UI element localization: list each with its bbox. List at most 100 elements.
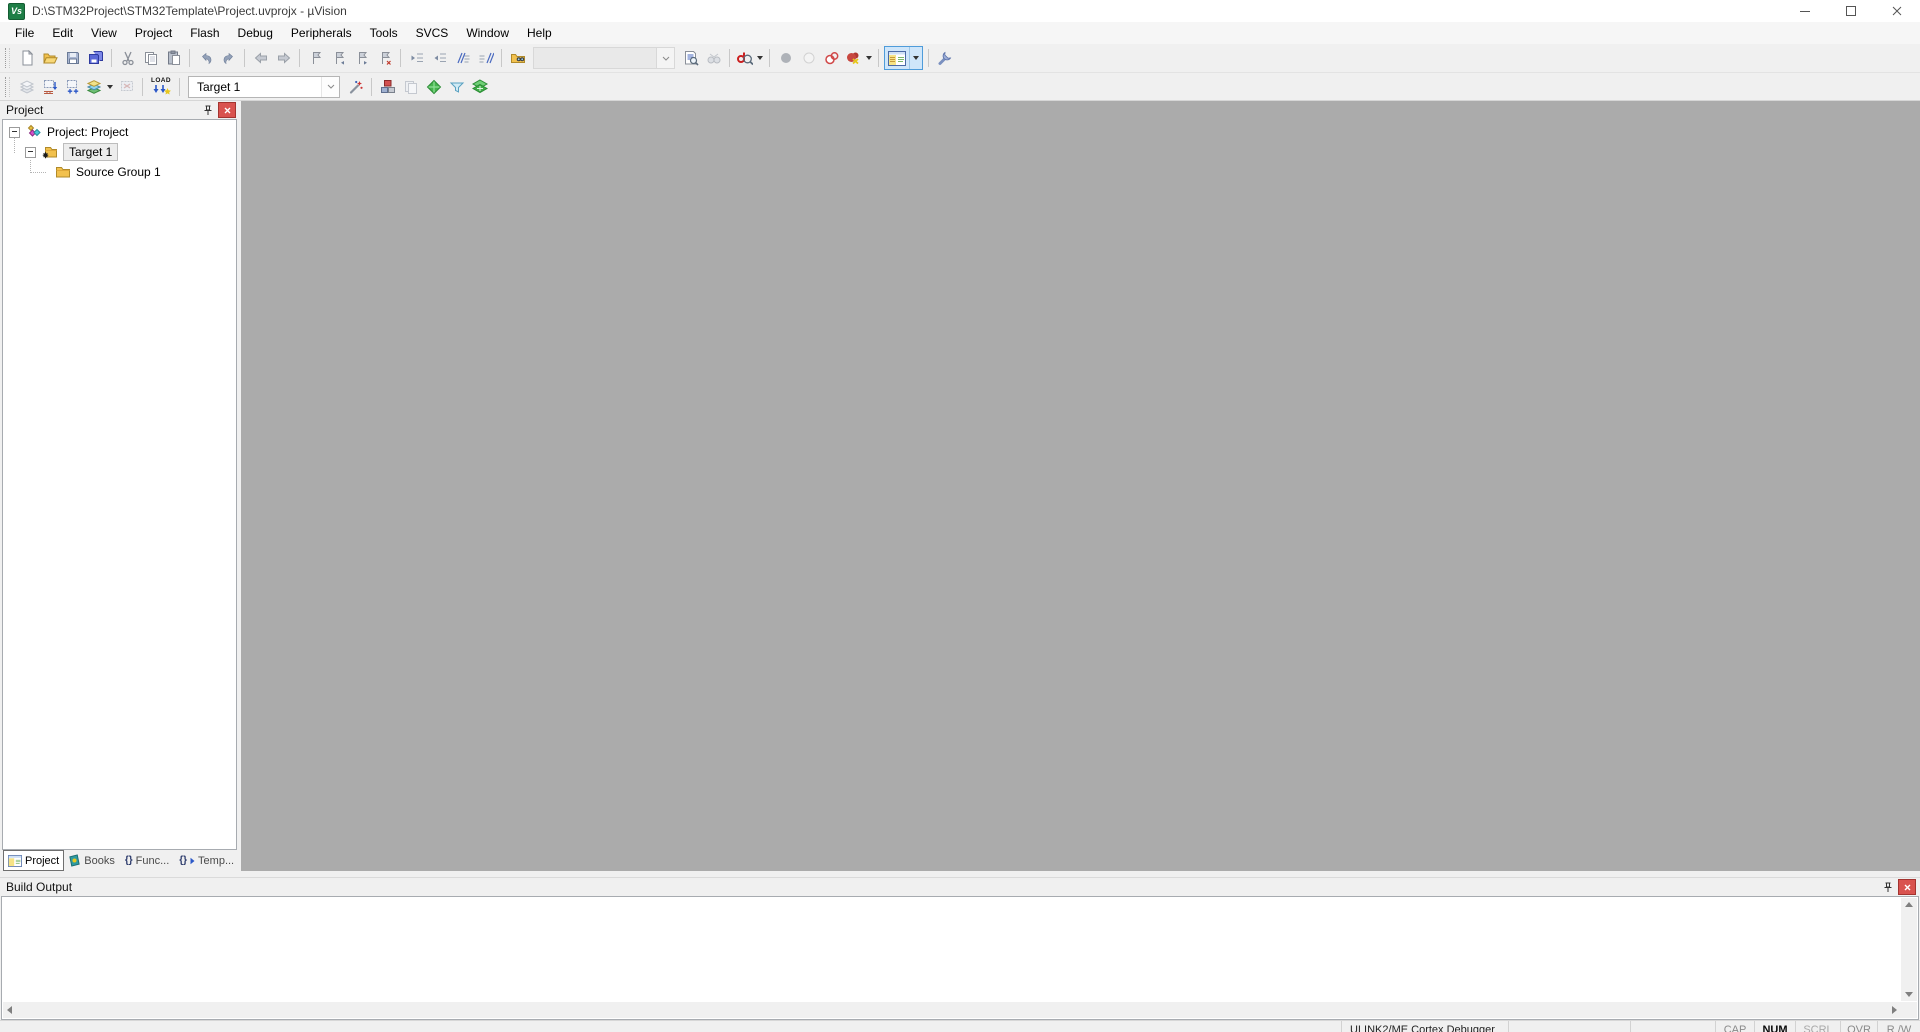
- options-for-target-button[interactable]: [344, 76, 367, 98]
- pack-installer-icon: [471, 78, 488, 93]
- uncomment-selection-button[interactable]: [474, 47, 497, 69]
- breakpoints-dropdown-button[interactable]: [863, 47, 874, 69]
- project-tree: Project: Project Target 1 Source Group 1: [2, 119, 237, 850]
- minimize-button[interactable]: [1782, 0, 1828, 22]
- restore-button[interactable]: [1828, 0, 1874, 22]
- find-in-files-button[interactable]: [679, 47, 702, 69]
- navigate-forward-button[interactable]: [272, 47, 295, 69]
- toolbar-separator: [371, 77, 372, 96]
- tree-item-project-root[interactable]: Project: Project: [3, 122, 236, 142]
- menu-svcs[interactable]: SVCS: [407, 23, 458, 43]
- scroll-up-icon[interactable]: [1905, 902, 1913, 907]
- undo-icon: [201, 52, 211, 65]
- close-button[interactable]: [1874, 0, 1920, 22]
- project-pin-button[interactable]: [200, 103, 215, 117]
- bookmark-previous-icon: [335, 52, 344, 65]
- save-button[interactable]: [61, 47, 84, 69]
- next-bookmark-button[interactable]: [350, 47, 373, 69]
- menu-file[interactable]: File: [6, 23, 43, 43]
- menu-peripherals[interactable]: Peripherals: [282, 23, 361, 43]
- window-layout-dropdown-button[interactable]: [909, 47, 922, 69]
- menu-project[interactable]: Project: [126, 23, 181, 43]
- redo-icon: [223, 52, 233, 65]
- translate-button[interactable]: [15, 76, 38, 98]
- stop-build-button[interactable]: [115, 76, 138, 98]
- collapse-icon[interactable]: [9, 126, 20, 138]
- indent-left-icon: [434, 53, 446, 62]
- scroll-left-icon[interactable]: [7, 1006, 12, 1014]
- vertical-scrollbar[interactable]: [1901, 898, 1917, 1001]
- redo-button[interactable]: [217, 47, 240, 69]
- search-combobox[interactable]: [533, 47, 675, 69]
- batch-build-button[interactable]: [84, 76, 104, 98]
- menu-bar: File Edit View Project Flash Debug Perip…: [0, 22, 1920, 44]
- toolbar-grip[interactable]: [5, 76, 10, 97]
- enable-disable-breakpoint-button[interactable]: [797, 47, 820, 69]
- build-output-pin-button[interactable]: [1880, 880, 1895, 894]
- new-file-icon: [22, 50, 33, 66]
- select-software-packs-button[interactable]: [445, 76, 468, 98]
- batch-build-dropdown-button[interactable]: [104, 76, 115, 98]
- arrow-back-icon: [254, 52, 267, 64]
- search-dropdown-button[interactable]: [656, 48, 674, 68]
- pack-installer-button[interactable]: [468, 76, 491, 98]
- menu-flash[interactable]: Flash: [181, 23, 228, 43]
- incremental-find-button[interactable]: [702, 47, 725, 69]
- find-in-files-folder-button[interactable]: [506, 47, 529, 69]
- open-file-button[interactable]: [38, 47, 61, 69]
- target-select-combobox[interactable]: Target 1: [188, 75, 340, 98]
- copy-button[interactable]: [139, 47, 162, 69]
- menu-debug[interactable]: Debug: [229, 23, 282, 43]
- paste-button[interactable]: [162, 47, 185, 69]
- build-output-close-button[interactable]: [1898, 879, 1916, 895]
- rebuild-all-button[interactable]: [61, 76, 84, 98]
- tab-functions[interactable]: {} Func...: [121, 851, 173, 870]
- scroll-right-icon[interactable]: [1892, 1006, 1897, 1014]
- project-panel-header: Project: [0, 101, 239, 119]
- menu-view[interactable]: View: [82, 23, 126, 43]
- undo-button[interactable]: [194, 47, 217, 69]
- previous-bookmark-button[interactable]: [327, 47, 350, 69]
- disable-all-breakpoints-button[interactable]: [820, 47, 843, 69]
- tab-books[interactable]: Books: [64, 851, 119, 870]
- tab-templates[interactable]: {} Temp...: [175, 851, 238, 870]
- manage-run-time-environment-button[interactable]: [422, 76, 445, 98]
- toolbar-grip[interactable]: [5, 48, 10, 68]
- cut-icon: [121, 51, 134, 66]
- debug-dropdown-button[interactable]: [754, 47, 765, 69]
- comment-selection-button[interactable]: [451, 47, 474, 69]
- toggle-bookmark-button[interactable]: [304, 47, 327, 69]
- horizontal-scrollbar[interactable]: [3, 1002, 1901, 1018]
- start-stop-debug-button[interactable]: [734, 47, 754, 69]
- manage-project-items-button[interactable]: [376, 76, 399, 98]
- manage-books-button[interactable]: [399, 76, 422, 98]
- indent-right-button[interactable]: [405, 47, 428, 69]
- close-icon: [1904, 884, 1910, 890]
- collapse-icon[interactable]: [25, 146, 36, 158]
- scroll-down-icon[interactable]: [1905, 992, 1913, 997]
- project-close-button[interactable]: [218, 102, 236, 118]
- cut-button[interactable]: [116, 47, 139, 69]
- status-debugger: ULINK2/ME Cortex Debugger: [1341, 1021, 1508, 1032]
- menu-tools[interactable]: Tools: [361, 23, 407, 43]
- insert-breakpoint-button[interactable]: [774, 47, 797, 69]
- kill-all-breakpoints-button[interactable]: [843, 47, 863, 69]
- menu-help[interactable]: Help: [518, 23, 561, 43]
- target-select-dropdown-button[interactable]: [321, 76, 339, 97]
- menu-edit[interactable]: Edit: [43, 23, 82, 43]
- toolbar-separator: [729, 49, 730, 67]
- build-button[interactable]: [38, 76, 61, 98]
- build-output-content[interactable]: [1, 896, 1919, 1020]
- menu-window[interactable]: Window: [457, 23, 518, 43]
- configure-tools-button[interactable]: [933, 47, 956, 69]
- download-button[interactable]: LOAD: [147, 76, 175, 98]
- new-file-button[interactable]: [15, 47, 38, 69]
- tree-item-target[interactable]: Target 1: [3, 142, 236, 162]
- tab-project[interactable]: Project: [3, 850, 65, 871]
- clear-bookmarks-button[interactable]: [373, 47, 396, 69]
- breakpoint-gray-icon: [780, 53, 791, 63]
- save-all-button[interactable]: [84, 47, 107, 69]
- navigate-back-button[interactable]: [249, 47, 272, 69]
- window-layout-button[interactable]: [884, 46, 923, 70]
- indent-left-button[interactable]: [428, 47, 451, 69]
